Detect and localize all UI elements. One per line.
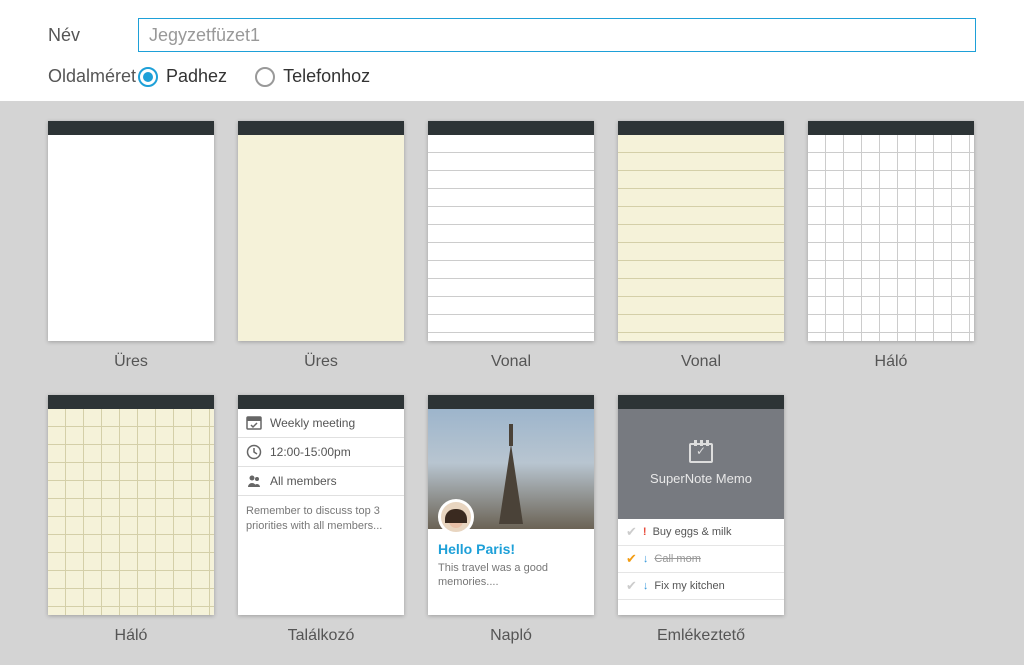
template-thumb [48,121,214,341]
template-thumb: Hello Paris! This travel was a good memo… [428,395,594,615]
diary-title: Hello Paris! [438,541,584,557]
avatar [438,499,474,535]
template-caption: Üres [304,353,338,371]
template-diary[interactable]: Hello Paris! This travel was a good memo… [428,395,594,645]
check-icon: ✔ [626,551,637,567]
memo-list: ✔ ! Buy eggs & milk ✔ ↓ Call mom ✔ ↓ Fix… [618,519,784,600]
clock-icon [246,444,262,460]
template-thumb: Weekly meeting 12:00-15:00pm All members… [238,395,404,615]
memo-text: Buy eggs & milk [653,526,732,538]
meeting-notes: Remember to discuss top 3 priorities wit… [238,496,404,543]
template-thumb [48,395,214,615]
template-caption: Vonal [491,353,531,371]
memo-title: SuperNote Memo [650,471,752,486]
check-icon: ✔ [626,524,637,540]
priority-high-icon: ! [643,526,647,538]
radio-icon [255,67,275,87]
diary-photo [428,409,594,529]
template-caption: Napló [490,627,532,645]
priority-low-icon: ↓ [643,553,649,565]
priority-low-icon: ↓ [643,580,649,592]
memo-icon [689,443,713,463]
radio-pad-label: Padhez [166,66,227,87]
template-meeting[interactable]: Weekly meeting 12:00-15:00pm All members… [238,395,404,645]
template-thumb: SuperNote Memo ✔ ! Buy eggs & milk ✔ ↓ C… [618,395,784,615]
radio-icon [138,67,158,87]
size-radio-group: Padhez Telefonhoz [138,66,370,87]
template-thumb [808,121,974,341]
eiffel-tower-icon [499,444,523,524]
template-grid-cream[interactable]: Háló [48,395,214,645]
template-caption: Találkozó [288,627,355,645]
template-caption: Emlékeztető [657,627,745,645]
template-thumb [238,121,404,341]
template-grid-white[interactable]: Háló [808,121,974,371]
template-caption: Vonal [681,353,721,371]
template-thumb [618,121,784,341]
template-caption: Háló [115,627,148,645]
name-label: Név [48,25,138,46]
memo-item: ✔ ↓ Call mom [618,546,784,573]
memo-text: Call mom [654,553,700,565]
radio-phone-label: Telefonhoz [283,66,370,87]
meeting-time: 12:00-15:00pm [270,445,351,459]
template-blank-white[interactable]: Üres [48,121,214,371]
meeting-title-row: Weekly meeting [238,409,404,438]
templates-grid: Üres Üres Vonal Vonal Háló [0,101,1024,665]
calendar-check-icon [246,415,262,431]
name-row: Név [48,18,976,52]
memo-item: ✔ ! Buy eggs & milk [618,519,784,546]
template-thumb [428,121,594,341]
template-lines-white[interactable]: Vonal [428,121,594,371]
template-caption: Háló [875,353,908,371]
form-area: Név Oldalméret Padhez Telefonhoz [0,0,1024,101]
size-row: Oldalméret Padhez Telefonhoz [48,66,976,87]
template-memo[interactable]: SuperNote Memo ✔ ! Buy eggs & milk ✔ ↓ C… [618,395,784,645]
diary-body: This travel was a good memories.... [438,561,584,590]
meeting-attendees: All members [270,474,337,488]
check-icon: ✔ [626,578,637,594]
radio-phone[interactable]: Telefonhoz [255,66,370,87]
meeting-time-row: 12:00-15:00pm [238,438,404,467]
memo-item: ✔ ↓ Fix my kitchen [618,573,784,600]
memo-text: Fix my kitchen [654,580,724,592]
template-caption: Üres [114,353,148,371]
template-lines-cream[interactable]: Vonal [618,121,784,371]
name-input[interactable] [138,18,976,52]
meeting-title: Weekly meeting [270,416,355,430]
meeting-attendees-row: All members [238,467,404,496]
template-blank-cream[interactable]: Üres [238,121,404,371]
people-icon [246,473,262,489]
memo-header: SuperNote Memo [618,409,784,519]
size-label: Oldalméret [48,66,138,87]
radio-pad[interactable]: Padhez [138,66,227,87]
